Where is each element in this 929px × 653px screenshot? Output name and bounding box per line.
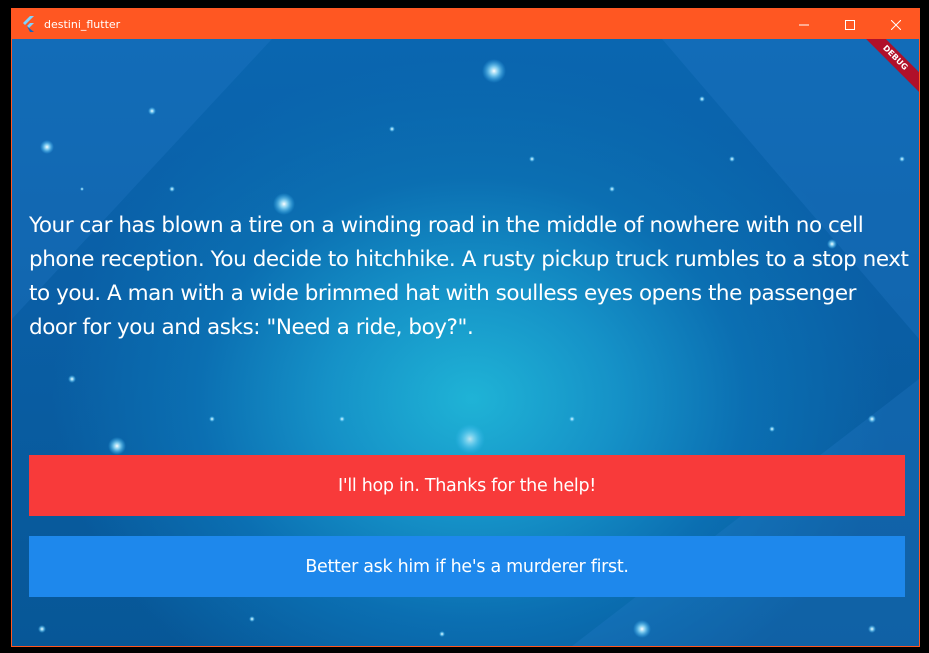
- maximize-icon: [845, 15, 855, 34]
- app-window: destini_flutter DEBUG Your car has blown…: [11, 8, 920, 647]
- window-controls: [781, 9, 919, 39]
- window-title: destini_flutter: [44, 17, 121, 31]
- choice-1-button[interactable]: I'll hop in. Thanks for the help!: [29, 455, 905, 516]
- close-icon: [890, 15, 902, 34]
- minimize-button[interactable]: [781, 9, 827, 39]
- minimize-icon: [799, 15, 809, 34]
- close-button[interactable]: [873, 9, 919, 39]
- choice-2-button[interactable]: Better ask him if he's a murderer first.: [29, 536, 905, 597]
- title-bar[interactable]: destini_flutter: [12, 9, 919, 39]
- story-screen: DEBUG Your car has blown a tire on a win…: [12, 39, 919, 646]
- story-text: Your car has blown a tire on a winding r…: [29, 213, 909, 340]
- maximize-button[interactable]: [827, 9, 873, 39]
- flutter-logo-icon: [22, 16, 36, 32]
